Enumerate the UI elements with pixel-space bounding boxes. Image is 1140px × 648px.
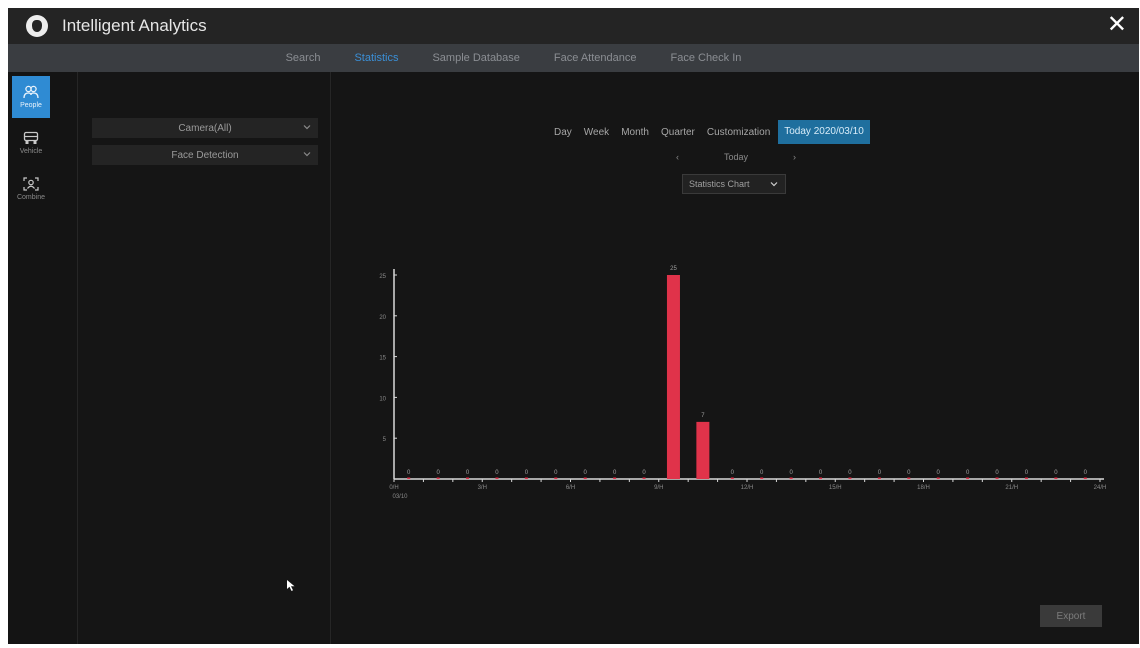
people-icon [23,85,39,99]
bar [554,477,558,479]
vehicle-icon [23,131,39,144]
bar-value-label: 0 [436,470,440,476]
sidebar-item-label: Combine [16,194,45,201]
bar-value-label: 0 [907,470,911,476]
bar-value-label: 0 [613,470,617,476]
tab-search[interactable]: Search [284,52,323,64]
bar [966,477,970,479]
bar-value-label: 0 [731,470,735,476]
tab-bar: Search Statistics Sample Database Face A… [8,44,1139,72]
filter-panel: Camera(All) Face Detection [78,72,331,644]
bar-value-label: 0 [1025,470,1029,476]
x-tick-label: 21/H [1005,485,1018,491]
bar-value-label: 0 [966,470,970,476]
bar-value-label: 25 [670,266,677,272]
tab-face-check-in[interactable]: Face Check In [668,52,743,64]
close-button[interactable]: ✕ [1107,13,1127,37]
chevron-down-icon [303,152,311,157]
bar [407,477,411,479]
bar [760,477,764,479]
x-tick-label: 3/H [478,485,487,491]
bar [877,477,881,479]
bar [936,477,940,479]
tab-statistics[interactable]: Statistics [352,52,400,64]
sidebar-item-combine[interactable]: Combine [12,168,50,210]
x-tick-label: 6/H [566,485,575,491]
bar-value-label: 0 [554,470,558,476]
bar-value-label: 0 [1054,470,1058,476]
bar [466,477,470,479]
bar [907,477,911,479]
bar [848,477,852,479]
bar [524,477,528,479]
bar-value-label: 0 [495,470,499,476]
bar-value-label: 0 [789,470,793,476]
bar-value-label: 0 [760,470,764,476]
combine-icon [23,177,39,191]
sidebar-item-label: Vehicle [19,148,43,155]
x-tick-label: 12/H [741,485,754,491]
y-tick-label: 25 [379,274,386,280]
bar [666,275,680,479]
bar [613,477,617,479]
bar-value-label: 0 [642,470,646,476]
bar [696,421,710,479]
bar [642,477,646,479]
bar [1024,477,1028,479]
sidebar-item-people[interactable]: People [12,76,50,118]
x-tick-label: 0/H [389,485,398,491]
tab-face-attendance[interactable]: Face Attendance [552,52,639,64]
y-tick-label: 10 [379,396,386,402]
sidebar-item-vehicle[interactable]: Vehicle [12,122,50,164]
bar-value-label: 0 [995,470,999,476]
statistics-panel: Day Week Month Quarter Customization Tod… [332,72,1139,644]
bar-value-label: 0 [1084,470,1088,476]
event-type-select-value: Face Detection [171,149,239,161]
tab-sample-database[interactable]: Sample Database [430,52,521,64]
app-title: Intelligent Analytics [62,16,207,35]
chevron-down-icon [303,125,311,130]
app-logo-icon [26,15,48,37]
bar [789,477,793,479]
bar-value-label: 0 [937,470,941,476]
bar-value-label: 0 [525,470,529,476]
bar-value-label: 0 [878,470,882,476]
bar [995,477,999,479]
bar [1054,477,1058,479]
statistics-chart: 5 10 15 20 25 0/H 3/H 6/H 9/H 12/H 15/H 18/H 21/H 24/… [379,266,1107,500]
bar [495,477,499,479]
title-bar: Intelligent Analytics ✕ [8,8,1139,44]
bar [819,477,823,479]
bar-value-label: 0 [819,470,823,476]
bar-value-label: 0 [407,470,411,476]
bar-value-label: 0 [466,470,470,476]
y-tick-label: 20 [379,315,386,321]
export-button[interactable]: Export [1040,605,1102,627]
bar [436,477,440,479]
mouse-cursor-icon [287,580,295,591]
event-type-select[interactable]: Face Detection [92,145,318,165]
bar [1083,477,1087,479]
x-tick-label: 15/H [829,485,842,491]
app-window: Intelligent Analytics ✕ Search Statistic… [8,8,1139,644]
camera-select[interactable]: Camera(All) [92,118,318,138]
y-tick-label: 15 [379,356,386,362]
camera-select-value: Camera(All) [178,122,232,134]
x-tick-label: 18/H [917,485,930,491]
x-tick-label: 9/H [654,485,663,491]
sidebar: People Vehicle Combine [8,72,78,644]
bar-value-label: 0 [584,470,588,476]
x-tick-label: 24/H [1094,485,1107,491]
bar [730,477,734,479]
sidebar-item-label: People [20,102,42,109]
bar [583,477,587,479]
y-tick-label: 5 [383,437,387,443]
bar-value-label: 0 [848,470,852,476]
bar-value-label: 7 [701,413,705,419]
x-date-label: 03/10 [392,494,408,500]
